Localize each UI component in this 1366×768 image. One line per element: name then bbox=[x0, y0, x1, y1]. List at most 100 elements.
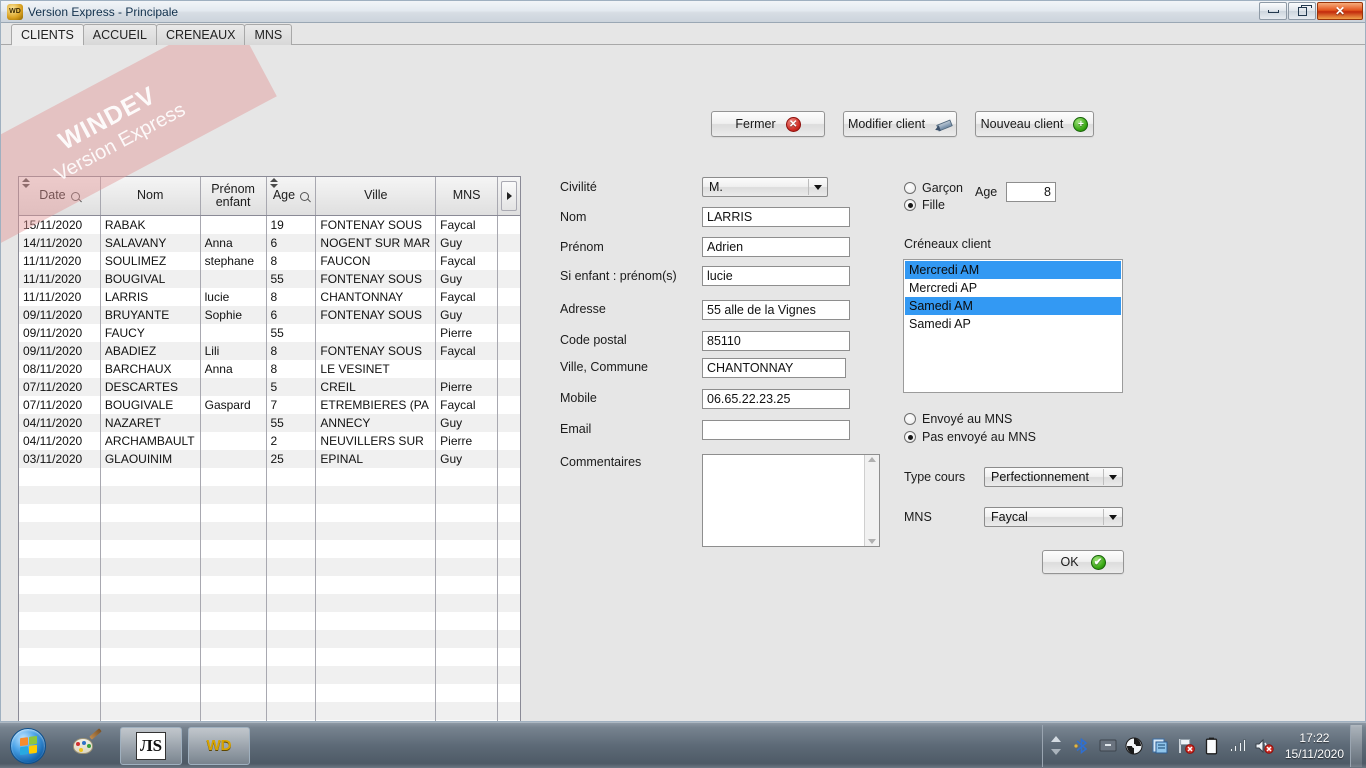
table-row[interactable]: 04/11/2020 NAZARET 55 ANNECY Guy bbox=[19, 414, 520, 432]
start-button[interactable] bbox=[2, 727, 54, 765]
windev-taskbar-item[interactable]: WD bbox=[188, 726, 250, 765]
table-row[interactable]: 03/11/2020 GLAOUINIM 25 EPINAL Guy bbox=[19, 450, 520, 468]
commentaires-scrollbar[interactable] bbox=[864, 455, 879, 546]
table-row[interactable]: 08/11/2020 BARCHAUX Anna 8 LE VESINET bbox=[19, 360, 520, 378]
pas-envoye-mns-radio[interactable]: Pas envoyé au MNS bbox=[904, 430, 1036, 444]
title-bar[interactable]: Version Express - Principale ✕ bbox=[1, 1, 1365, 23]
pas-envoye-mns-radio-indicator[interactable] bbox=[904, 431, 916, 443]
table-row[interactable]: 11/11/2020 SOULIMEZ stephane 8 FAUCON Faycal bbox=[19, 252, 520, 270]
network-sharing-icon[interactable] bbox=[1150, 736, 1170, 756]
table-row[interactable]: 09/11/2020 BRUYANTE Sophie 6 FONTENAY SOUS Gu… bbox=[19, 306, 520, 324]
table-row[interactable]: 07/11/2020 DESCARTES 5 CREIL Pierre bbox=[19, 378, 520, 396]
garcon-radio-indicator[interactable] bbox=[904, 182, 916, 194]
network-error-icon[interactable] bbox=[1176, 736, 1196, 756]
column-header-date[interactable]: Date bbox=[19, 177, 101, 215]
restore-button[interactable] bbox=[1288, 2, 1316, 20]
table-row-empty[interactable] bbox=[19, 486, 520, 504]
age-field[interactable]: 8 bbox=[1006, 182, 1056, 202]
table-row-empty[interactable] bbox=[19, 612, 520, 630]
table-row-empty[interactable] bbox=[19, 540, 520, 558]
tab-creneaux[interactable]: CRENEAUX bbox=[155, 24, 246, 45]
search-icon[interactable] bbox=[300, 191, 310, 201]
display-icon[interactable] bbox=[1098, 736, 1118, 756]
volume-muted-icon[interactable] bbox=[1254, 736, 1274, 756]
modifier-client-button[interactable]: Modifier client bbox=[843, 111, 957, 137]
sort-indicator-icon[interactable] bbox=[269, 178, 278, 188]
adresse-field[interactable]: 55 alle de la Vignes bbox=[702, 300, 850, 320]
bluetooth-icon[interactable] bbox=[1072, 736, 1092, 756]
ville-commune-field[interactable]: CHANTONNAY bbox=[702, 358, 846, 378]
close-button[interactable]: ✕ bbox=[1317, 2, 1363, 20]
tab-clients[interactable]: CLIENTS bbox=[11, 24, 84, 46]
chevron-down-icon[interactable] bbox=[1103, 509, 1121, 525]
commentaires-text[interactable] bbox=[703, 455, 864, 546]
table-row-empty[interactable] bbox=[19, 684, 520, 702]
chevron-down-icon[interactable] bbox=[1103, 469, 1121, 485]
table-row[interactable]: 09/11/2020 ABADIEZ Lili 8 FONTENAY SOUS Fayca… bbox=[19, 342, 520, 360]
table-row-empty[interactable] bbox=[19, 720, 520, 721]
table-row[interactable]: 14/11/2020 SALAVANY Anna 6 NOGENT SUR MAR Guy bbox=[19, 234, 520, 252]
paint-taskbar-item[interactable] bbox=[60, 727, 114, 765]
mns-select[interactable]: Faycal bbox=[984, 507, 1123, 527]
envoye-mns-radio-indicator[interactable] bbox=[904, 413, 916, 425]
table-row[interactable]: 11/11/2020 BOUGIVAL 55 FONTENAY SOUS Guy bbox=[19, 270, 520, 288]
creneaux-listbox[interactable]: Mercredi AM Mercredi AP Samedi AM Samedi AP bbox=[903, 259, 1123, 393]
table-row[interactable]: 11/11/2020 LARRIS lucie 8 CHANTONNAY Faycal bbox=[19, 288, 520, 306]
tab-mns[interactable]: MNS bbox=[244, 24, 293, 45]
table-row-empty[interactable] bbox=[19, 522, 520, 540]
ok-button[interactable]: OK ✔ bbox=[1042, 550, 1124, 574]
as-app-taskbar-item[interactable]: ЛS bbox=[120, 726, 182, 765]
table-row-empty[interactable] bbox=[19, 702, 520, 720]
civilite-select[interactable]: M. bbox=[702, 177, 828, 197]
chevron-down-icon[interactable] bbox=[808, 179, 826, 195]
clients-table[interactable]: Date Nom Prénom enfant Age Ville MNS 15/… bbox=[18, 176, 521, 721]
table-body[interactable]: 15/11/2020 RABAK 19 FONTENAY SOUS Faycal 14/1… bbox=[19, 216, 520, 721]
envoye-mns-radio[interactable]: Envoyé au MNS bbox=[904, 412, 1012, 426]
column-header-prenom-enfant[interactable]: Prénom enfant bbox=[200, 177, 267, 215]
show-desktop-button[interactable] bbox=[1350, 724, 1362, 767]
column-header-age[interactable]: Age bbox=[266, 177, 317, 215]
table-row-empty[interactable] bbox=[19, 504, 520, 522]
column-header-nom[interactable]: Nom bbox=[100, 177, 201, 215]
commentaires-textarea[interactable] bbox=[702, 454, 880, 547]
taskbar-clock[interactable]: 17:22 15/11/2020 bbox=[1285, 730, 1344, 762]
battery-icon[interactable] bbox=[1202, 736, 1222, 756]
type-cours-select[interactable]: Perfectionnement bbox=[984, 467, 1123, 487]
table-row[interactable]: 07/11/2020 BOUGIVALE Gaspard 7 ETREMBIERES (… bbox=[19, 396, 520, 414]
scroll-down-icon[interactable] bbox=[868, 539, 876, 544]
minimize-button[interactable] bbox=[1259, 2, 1287, 20]
table-row-empty[interactable] bbox=[19, 630, 520, 648]
tab-accueil[interactable]: ACCUEIL bbox=[82, 24, 157, 45]
creneaux-list-item[interactable]: Samedi AM bbox=[905, 297, 1121, 315]
table-row-empty[interactable] bbox=[19, 576, 520, 594]
creneaux-list-item[interactable]: Mercredi AM bbox=[905, 261, 1121, 279]
table-row[interactable]: 09/11/2020 FAUCY 55 Pierre bbox=[19, 324, 520, 342]
nouveau-client-button[interactable]: Nouveau client + bbox=[975, 111, 1094, 137]
table-row[interactable]: 15/11/2020 RABAK 19 FONTENAY SOUS Faycal bbox=[19, 216, 520, 234]
fermer-button[interactable]: Fermer ✕ bbox=[711, 111, 825, 137]
table-row-empty[interactable] bbox=[19, 594, 520, 612]
graphics-icon[interactable] bbox=[1124, 736, 1144, 756]
nom-field[interactable]: LARRIS bbox=[702, 207, 850, 227]
column-header-ville[interactable]: Ville bbox=[316, 177, 437, 215]
garcon-radio[interactable]: Garçon bbox=[904, 181, 963, 195]
enfant-prenoms-field[interactable]: lucie bbox=[702, 266, 850, 286]
show-hidden-icons-button[interactable] bbox=[1049, 729, 1063, 763]
table-row[interactable]: 04/11/2020 ARCHAMBAULT 2 NEUVILLERS SUR Pier… bbox=[19, 432, 520, 450]
table-row-empty[interactable] bbox=[19, 666, 520, 684]
scroll-up-icon[interactable] bbox=[868, 457, 876, 462]
code-postal-field[interactable]: 85110 bbox=[702, 331, 850, 351]
table-row-empty[interactable] bbox=[19, 648, 520, 666]
column-expand-button[interactable] bbox=[498, 177, 520, 215]
prenom-field[interactable]: Adrien bbox=[702, 237, 850, 257]
table-row-empty[interactable] bbox=[19, 558, 520, 576]
fille-radio-indicator[interactable] bbox=[904, 199, 916, 211]
creneaux-list-item[interactable]: Samedi AP bbox=[905, 315, 1121, 333]
table-row-empty[interactable] bbox=[19, 468, 520, 486]
email-field[interactable] bbox=[702, 420, 850, 440]
column-header-mns[interactable]: MNS bbox=[436, 177, 499, 215]
fille-radio[interactable]: Fille bbox=[904, 198, 945, 212]
search-icon[interactable] bbox=[70, 191, 80, 201]
mobile-field[interactable]: 06.65.22.23.25 bbox=[702, 389, 850, 409]
signal-strength-icon[interactable] bbox=[1228, 736, 1248, 756]
